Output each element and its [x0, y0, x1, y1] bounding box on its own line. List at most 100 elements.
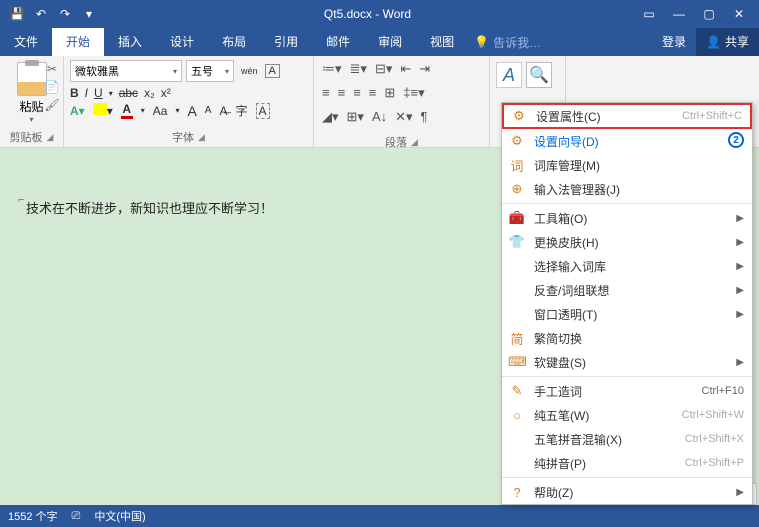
menu-item[interactable]: ○纯五笔(W)Ctrl+Shift+W [502, 403, 752, 427]
font-launcher[interactable]: ◢ [198, 132, 205, 143]
menu-item-icon: ⌨ [508, 354, 526, 370]
menu-item[interactable]: ⌨软键盘(S)▶ [502, 350, 752, 374]
italic-button[interactable]: I [85, 86, 88, 100]
font-size-combo[interactable]: 五号▾ [186, 60, 234, 82]
menu-separator [502, 203, 752, 204]
cut-icon[interactable]: ✂ [44, 62, 60, 78]
tab-file[interactable]: 文件 [0, 28, 52, 56]
shading-button[interactable]: ◢▾ [320, 108, 341, 126]
superscript-button[interactable]: x² [161, 86, 171, 100]
menu-item-label: 设置属性(C) [536, 108, 682, 125]
grow-font-button[interactable]: A [187, 103, 196, 119]
menu-item[interactable]: ?帮助(Z)▶ [502, 480, 752, 504]
copy-icon[interactable]: 📄 [44, 80, 60, 96]
submenu-arrow-icon: ▶ [736, 237, 744, 248]
close-icon[interactable]: ✕ [725, 7, 753, 21]
tell-me[interactable]: 💡告诉我… [468, 34, 541, 51]
language[interactable]: 中文(中国) [94, 508, 145, 524]
menu-item-label: 工具箱(O) [534, 210, 730, 227]
word-count[interactable]: 1552 个字 [8, 508, 58, 524]
ribbon-options-icon[interactable]: ▭ [635, 7, 663, 21]
menu-item[interactable]: 窗口透明(T)▶ [502, 302, 752, 326]
menu-item-label: 软键盘(S) [534, 354, 730, 371]
menu-item[interactable]: 👕更换皮肤(H)▶ [502, 230, 752, 254]
underline-button[interactable]: U [94, 86, 103, 100]
tab-review[interactable]: 审阅 [364, 28, 416, 56]
indent-right-button[interactable]: ⇥ [417, 60, 432, 78]
clipboard-icon [17, 62, 47, 96]
pinyin-button[interactable]: wén [238, 64, 261, 78]
save-icon[interactable]: 💾 [6, 7, 28, 21]
line-spacing-button[interactable]: ‡≡▾ [401, 84, 426, 102]
menu-item[interactable]: ✎手工造词Ctrl+F10 [502, 379, 752, 403]
menu-separator [502, 376, 752, 377]
distribute-button[interactable]: ⊞ [382, 84, 397, 102]
menu-item[interactable]: 反查/词组联想▶ [502, 278, 752, 302]
menu-item[interactable]: ⊕输入法管理器(J) [502, 177, 752, 201]
char-shading-button[interactable]: 字 [235, 102, 247, 119]
minimize-icon[interactable]: — [665, 7, 693, 21]
paragraph-launcher[interactable]: ◢ [411, 137, 418, 148]
tab-layout[interactable]: 布局 [208, 28, 260, 56]
font-color-button[interactable]: A [121, 102, 133, 119]
change-case-button[interactable]: Aa [153, 104, 168, 118]
menu-item[interactable]: 🧰工具箱(O)▶ [502, 206, 752, 230]
bold-button[interactable]: B [70, 86, 79, 100]
format-painter-icon[interactable]: 🖌 [44, 98, 60, 114]
login-button[interactable]: 登录 [652, 28, 696, 56]
align-center-button[interactable]: ≡ [336, 84, 348, 102]
paste-label: 粘贴 [19, 98, 43, 115]
find-button[interactable]: 🔍 [526, 62, 552, 88]
menu-item-label: 繁简切换 [534, 330, 744, 347]
shrink-font-button[interactable]: A [205, 105, 212, 116]
align-right-button[interactable]: ≡ [351, 84, 363, 102]
redo-icon[interactable]: ↷ [54, 7, 76, 21]
lang-icon[interactable]: ⎚ [72, 510, 81, 523]
submenu-arrow-icon: ▶ [736, 261, 744, 272]
borders-button[interactable]: ⊞▾ [345, 108, 366, 126]
menu-item[interactable]: ⚙设置向导(D)2 [502, 129, 752, 153]
bullets-button[interactable]: ≔▾ [320, 60, 344, 78]
share-button[interactable]: 👤共享 [696, 28, 759, 56]
menu-item-icon: ⊕ [508, 181, 526, 197]
align-left-button[interactable]: ≡ [320, 84, 332, 102]
menu-item-shortcut: Ctrl+Shift+P [685, 457, 744, 469]
menu-item[interactable]: 词词库管理(M) [502, 153, 752, 177]
enclose-char-button[interactable]: A [256, 103, 270, 119]
strike-button[interactable]: abc [119, 86, 138, 100]
menu-item[interactable]: 简繁简切换 [502, 326, 752, 350]
tab-view[interactable]: 视图 [416, 28, 468, 56]
menu-item[interactable]: 纯拼音(P)Ctrl+Shift+P [502, 451, 752, 475]
menu-separator [502, 477, 752, 478]
numbering-button[interactable]: ≣▾ [348, 60, 369, 78]
text-effects-button[interactable]: A▾ [70, 104, 85, 118]
justify-button[interactable]: ≡ [367, 84, 379, 102]
tab-home[interactable]: 开始 [52, 28, 104, 56]
tab-references[interactable]: 引用 [260, 28, 312, 56]
subscript-button[interactable]: x₂ [144, 86, 155, 100]
char-border-button[interactable]: A [265, 64, 280, 78]
undo-icon[interactable]: ↶ [30, 7, 52, 21]
font-name-combo[interactable]: 微软雅黑▾ [70, 60, 182, 82]
sort-button[interactable]: A↓ [370, 108, 389, 126]
tab-mailings[interactable]: 邮件 [312, 28, 364, 56]
menu-item[interactable]: 选择输入词库▶ [502, 254, 752, 278]
indent-left-button[interactable]: ⇤ [398, 60, 413, 78]
clipboard-launcher[interactable]: ◢ [47, 132, 54, 143]
menu-item-label: 更换皮肤(H) [534, 234, 730, 251]
window-title: Qt5.docx - Word [106, 7, 629, 21]
tab-insert[interactable]: 插入 [104, 28, 156, 56]
menu-item[interactable]: 五笔拼音混输(X)Ctrl+Shift+X [502, 427, 752, 451]
show-marks-button[interactable]: ¶ [419, 108, 430, 126]
menu-item-label: 帮助(Z) [534, 484, 730, 501]
text-direction-button[interactable]: ✕▾ [393, 108, 414, 126]
menu-item[interactable]: ⚙设置属性(C)Ctrl+Shift+C [502, 103, 752, 129]
styles-button[interactable]: A [496, 62, 522, 88]
clear-format-button[interactable]: A̶ [219, 104, 227, 118]
restore-icon[interactable]: ▢ [695, 7, 723, 21]
menu-item-label: 手工造词 [534, 383, 702, 400]
highlight-button[interactable]: ▾ [93, 103, 113, 118]
qat-more-icon[interactable]: ▾ [78, 7, 100, 21]
tab-design[interactable]: 设计 [156, 28, 208, 56]
multilevel-button[interactable]: ⊟▾ [373, 60, 394, 78]
